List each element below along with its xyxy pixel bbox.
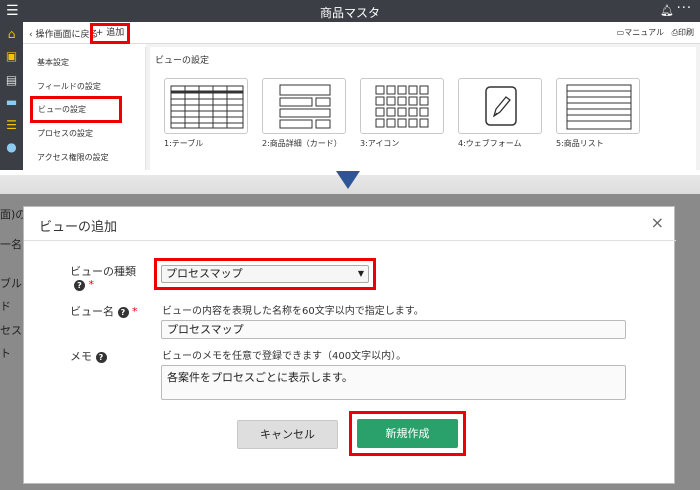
shopping-bag-icon[interactable]: ▣ — [4, 49, 19, 63]
list-icon — [566, 84, 632, 130]
background-text: ブル — [0, 277, 22, 290]
dialog-header: ビューの追加 × — [24, 207, 676, 241]
view-label-icon: 3:アイコン — [360, 139, 400, 148]
cancel-button[interactable]: キャンセル — [237, 420, 338, 449]
grid-cell — [408, 107, 418, 117]
background-text: ト — [0, 347, 11, 360]
add-view-dialog: ビューの追加 × ビューの種類 ? * プロセスマップ ▼ ビュー名 ? * ビ… — [23, 206, 676, 484]
view-name-label: ビュー名 ? * — [70, 303, 138, 319]
grid-cell — [408, 85, 418, 95]
view-name-hint: ビューの内容を表現した名称を60文字以内で指定します。 — [162, 306, 424, 317]
add-label: 追加 — [106, 28, 125, 38]
help-icon[interactable]: ? — [95, 351, 107, 363]
help-icon[interactable]: ? — [117, 306, 129, 318]
view-name-label-text: ビュー名 — [70, 305, 114, 318]
view-card-list[interactable] — [556, 78, 640, 134]
required-mark: * — [132, 305, 138, 318]
grid-cell — [386, 96, 396, 106]
grid-cell — [419, 96, 429, 106]
more-icon[interactable]: ··· — [677, 1, 692, 16]
grid-cell — [386, 107, 396, 117]
view-label-card: 2:商品詳細（カード） — [262, 139, 342, 148]
chat-icon[interactable]: ▬ — [4, 95, 19, 109]
app-screen: ☰ 商品マスタ 🔔︎ ··· ⌂ ▣ ▤ ▬ ☰ ● ‹ 操作画面に戻る + 追… — [0, 0, 700, 170]
list-icon[interactable]: ☰ — [4, 118, 19, 132]
print-label: 印刷 — [678, 28, 694, 37]
create-button[interactable]: 新規作成 — [357, 419, 458, 448]
sub-toolbar: ‹ 操作画面に戻る + 追加 ▭マニュアル ⎙印刷 — [23, 22, 700, 44]
settings-menu-item-process[interactable]: プロセスの設定 — [37, 128, 93, 139]
dialog-title: ビューの追加 — [39, 220, 118, 235]
left-nav: ⌂ ▣ ▤ ▬ ☰ ● — [0, 22, 23, 170]
grid-cell — [375, 96, 385, 106]
view-label-list: 5:商品リスト — [556, 139, 604, 148]
view-card-table[interactable] — [164, 78, 248, 134]
grid-cell — [375, 85, 385, 95]
grid-cell — [397, 85, 407, 95]
view-type-select[interactable]: プロセスマップ ▼ — [161, 265, 369, 283]
manual-label: マニュアル — [624, 28, 664, 37]
grid-cell — [397, 107, 407, 117]
manual-link[interactable]: ▭マニュアル — [617, 27, 664, 38]
grid-cell — [386, 118, 396, 128]
help-icon[interactable]: ? — [74, 279, 85, 291]
grid-cell — [419, 107, 429, 117]
view-card-webform[interactable] — [458, 78, 542, 134]
view-card-icon[interactable] — [360, 78, 444, 134]
view-label-table: 1:テーブル — [164, 139, 204, 148]
grid-cell — [419, 118, 429, 128]
settings-menu-item-access[interactable]: アクセス権限の設定 — [37, 152, 109, 163]
grid-cell — [408, 118, 418, 128]
settings-menu-item-fields[interactable]: フィールドの設定 — [37, 81, 101, 92]
view-settings-title: ビューの設定 — [155, 56, 210, 66]
add-button[interactable]: + 追加 — [90, 23, 130, 44]
webform-icon — [485, 86, 517, 126]
grid-cell — [408, 96, 418, 106]
back-link[interactable]: ‹ 操作画面に戻る — [29, 27, 98, 40]
grid-cell — [397, 96, 407, 106]
required-mark: * — [88, 278, 95, 291]
view-type-help: ? * — [74, 278, 94, 291]
memo-field[interactable]: 各案件をプロセスごとに表示します。 — [161, 365, 626, 400]
grid-cell — [386, 85, 396, 95]
card-icon — [279, 84, 331, 129]
print-link[interactable]: ⎙印刷 — [672, 27, 694, 38]
view-type-highlight: プロセスマップ ▼ — [154, 258, 376, 290]
settings-menu: 基本設定 フィールドの設定 ビューの設定 プロセスの設定 アクセス権限の設定 — [28, 47, 146, 170]
bell-icon[interactable]: 🔔︎ — [660, 4, 674, 17]
icon-grid-icon — [375, 85, 429, 128]
app-title: 商品マスタ — [319, 6, 380, 20]
view-type-value: プロセスマップ — [166, 267, 243, 280]
close-icon[interactable]: × — [651, 213, 664, 232]
dropdown-caret-icon: ▼ — [357, 269, 364, 278]
background-text: セス — [0, 324, 22, 337]
view-card-card[interactable] — [262, 78, 346, 134]
background-text: 一名 — [0, 238, 22, 251]
grid-cell — [375, 118, 385, 128]
settings-menu-item-basic[interactable]: 基本設定 — [37, 57, 69, 68]
memo-label: メモ ? — [70, 348, 107, 364]
settings-menu-item-views[interactable]: ビューの設定 — [30, 96, 122, 123]
memo-label-text: メモ — [70, 350, 92, 363]
table-icon — [170, 85, 244, 129]
view-label-webform: 4:ウェブフォーム — [458, 139, 522, 148]
create-button-highlight: 新規作成 — [349, 411, 466, 456]
memo-hint: ビューのメモを任意で登録できます（400文字以内）。 — [162, 351, 407, 362]
database-icon[interactable]: ● — [4, 140, 19, 154]
down-arrow-icon — [336, 171, 360, 189]
view-name-field[interactable]: プロセスマップ — [161, 320, 626, 339]
title-bar: ☰ 商品マスタ 🔔︎ ··· — [0, 0, 700, 22]
grid-cell — [419, 85, 429, 95]
grid-cell — [375, 107, 385, 117]
dialog-overlay: 面)の 一名 ブル ド セス ト ビューの追加 × ビューの種類 ? * プロセ… — [0, 194, 700, 490]
home-icon[interactable]: ⌂ — [4, 27, 19, 41]
document-icon[interactable]: ▤ — [4, 73, 19, 87]
background-text: ド — [0, 300, 11, 313]
view-type-label: ビューの種類 — [70, 265, 136, 278]
view-settings-panel: ビューの設定 1:テーブル 2:商品詳細（カード） 3:アイコン 4:ウェブフォ… — [150, 47, 696, 170]
grid-cell — [397, 118, 407, 128]
